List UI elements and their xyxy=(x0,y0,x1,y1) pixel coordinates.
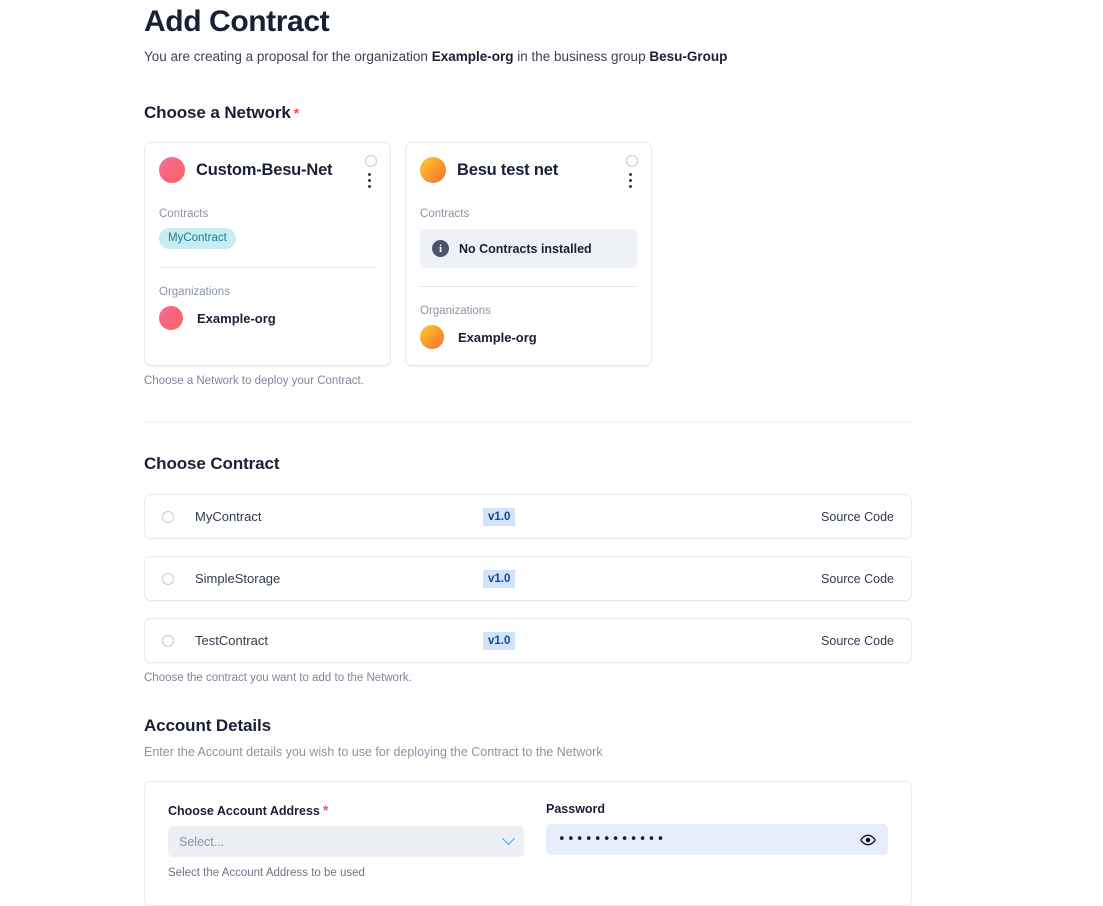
page-title: Add Contract xyxy=(144,5,330,38)
version-badge: v1.0 xyxy=(483,507,516,526)
network-card-radio[interactable] xyxy=(626,155,638,167)
organization-name: Example-org xyxy=(197,310,276,326)
network-avatar-icon xyxy=(159,157,185,183)
version-badge: v1.0 xyxy=(483,631,516,650)
account-address-label-text: Choose Account Address xyxy=(168,804,320,818)
version-badge: v1.0 xyxy=(483,569,516,588)
contracts-label: Contracts xyxy=(420,208,470,220)
organization-row: Example-org xyxy=(420,325,637,349)
account-details-heading: Account Details xyxy=(144,716,271,735)
info-icon: i xyxy=(432,240,449,257)
account-address-label: Choose Account Address * xyxy=(168,802,524,818)
account-address-field-group: Choose Account Address * Select... Select… xyxy=(168,802,524,879)
contract-helper-text: Choose the contract you want to add to t… xyxy=(144,672,412,684)
account-address-helper: Select the Account Address to be used xyxy=(168,867,365,879)
password-label: Password xyxy=(546,802,606,816)
source-code-link[interactable]: Source Code xyxy=(821,572,894,586)
account-fields-grid: Choose Account Address * Select... Select… xyxy=(168,802,888,879)
network-card-besu-test-net[interactable]: Besu test net Contracts i No Contracts i… xyxy=(405,142,652,366)
eye-icon[interactable] xyxy=(860,832,876,848)
network-card-header: Besu test net xyxy=(420,157,637,183)
network-card-title: Besu test net xyxy=(457,160,559,179)
network-avatar-icon xyxy=(420,157,446,183)
organization-row: Example-org xyxy=(159,306,376,330)
password-value: •••••••••••• xyxy=(558,832,666,847)
source-code-link[interactable]: Source Code xyxy=(821,510,894,524)
network-card-custom-besu-net[interactable]: Custom-Besu-Net Contracts MyContract Org… xyxy=(144,142,391,366)
page-subtitle: You are creating a proposal for the orga… xyxy=(144,48,912,66)
kebab-menu-icon[interactable] xyxy=(629,173,633,188)
source-code-link[interactable]: Source Code xyxy=(821,634,894,648)
network-card-list: Custom-Besu-Net Contracts MyContract Org… xyxy=(144,142,912,366)
account-details-section: Account Details Enter the Account detail… xyxy=(144,716,912,906)
network-card-title: Custom-Besu-Net xyxy=(196,160,333,179)
contract-radio[interactable] xyxy=(162,572,174,585)
section-divider xyxy=(144,421,912,422)
contract-chip[interactable]: MyContract xyxy=(159,228,236,249)
contract-name: SimpleStorage xyxy=(195,571,281,586)
account-details-subtitle: Enter the Account details you wish to us… xyxy=(144,745,603,759)
table-row[interactable]: SimpleStorage v1.0 Source Code xyxy=(144,556,912,601)
organization-name: Example-org xyxy=(458,329,537,345)
subtitle-organization: Example-org xyxy=(431,49,514,64)
card-divider xyxy=(420,286,637,287)
choose-network-section: Choose a Network * Custom-Besu-Net Contra… xyxy=(144,103,912,387)
chevron-down-icon xyxy=(502,832,515,846)
account-address-select[interactable]: Select... xyxy=(168,826,524,857)
table-row[interactable]: TestContract v1.0 Source Code xyxy=(144,618,912,663)
organization-avatar-icon xyxy=(159,306,183,330)
contract-list: MyContract v1.0 Source Code SimpleStorag… xyxy=(144,494,912,663)
no-contracts-notice: i No Contracts installed xyxy=(420,229,637,268)
contract-radio[interactable] xyxy=(162,634,174,647)
contract-radio[interactable] xyxy=(162,510,174,523)
organizations-label: Organizations xyxy=(159,286,230,298)
network-helper-text: Choose a Network to deploy your Contract… xyxy=(144,375,364,387)
card-divider xyxy=(159,267,376,268)
account-details-card: Choose Account Address * Select... Select… xyxy=(144,781,912,906)
required-asterisk: * xyxy=(293,105,300,121)
password-field-group: Password •••••••••••• xyxy=(546,802,888,879)
contract-name: TestContract xyxy=(195,633,268,648)
kebab-menu-icon[interactable] xyxy=(368,173,372,188)
required-asterisk: * xyxy=(322,802,329,818)
network-card-radio[interactable] xyxy=(365,155,377,167)
network-card-header: Custom-Besu-Net xyxy=(159,157,376,183)
choose-contract-heading: Choose Contract xyxy=(144,454,280,473)
subtitle-text-pre: You are creating a proposal for the orga… xyxy=(144,49,432,64)
choose-network-heading: Choose a Network * xyxy=(144,103,912,123)
contracts-label: Contracts xyxy=(159,208,209,220)
organizations-label: Organizations xyxy=(420,305,491,317)
no-contracts-message: No Contracts installed xyxy=(459,241,592,256)
subtitle-text-mid: in the business group xyxy=(513,49,650,64)
contract-name: MyContract xyxy=(195,509,262,524)
table-row[interactable]: MyContract v1.0 Source Code xyxy=(144,494,912,539)
account-address-placeholder: Select... xyxy=(179,834,225,849)
organization-avatar-icon xyxy=(420,325,444,349)
add-contract-page: Add Contract You are creating a proposal… xyxy=(144,0,912,906)
choose-contract-section: Choose Contract MyContract v1.0 Source C… xyxy=(144,454,912,684)
subtitle-business-group: Besu-Group xyxy=(649,49,728,64)
password-input[interactable]: •••••••••••• xyxy=(546,824,888,855)
choose-network-heading-label: Choose a Network xyxy=(144,103,291,122)
